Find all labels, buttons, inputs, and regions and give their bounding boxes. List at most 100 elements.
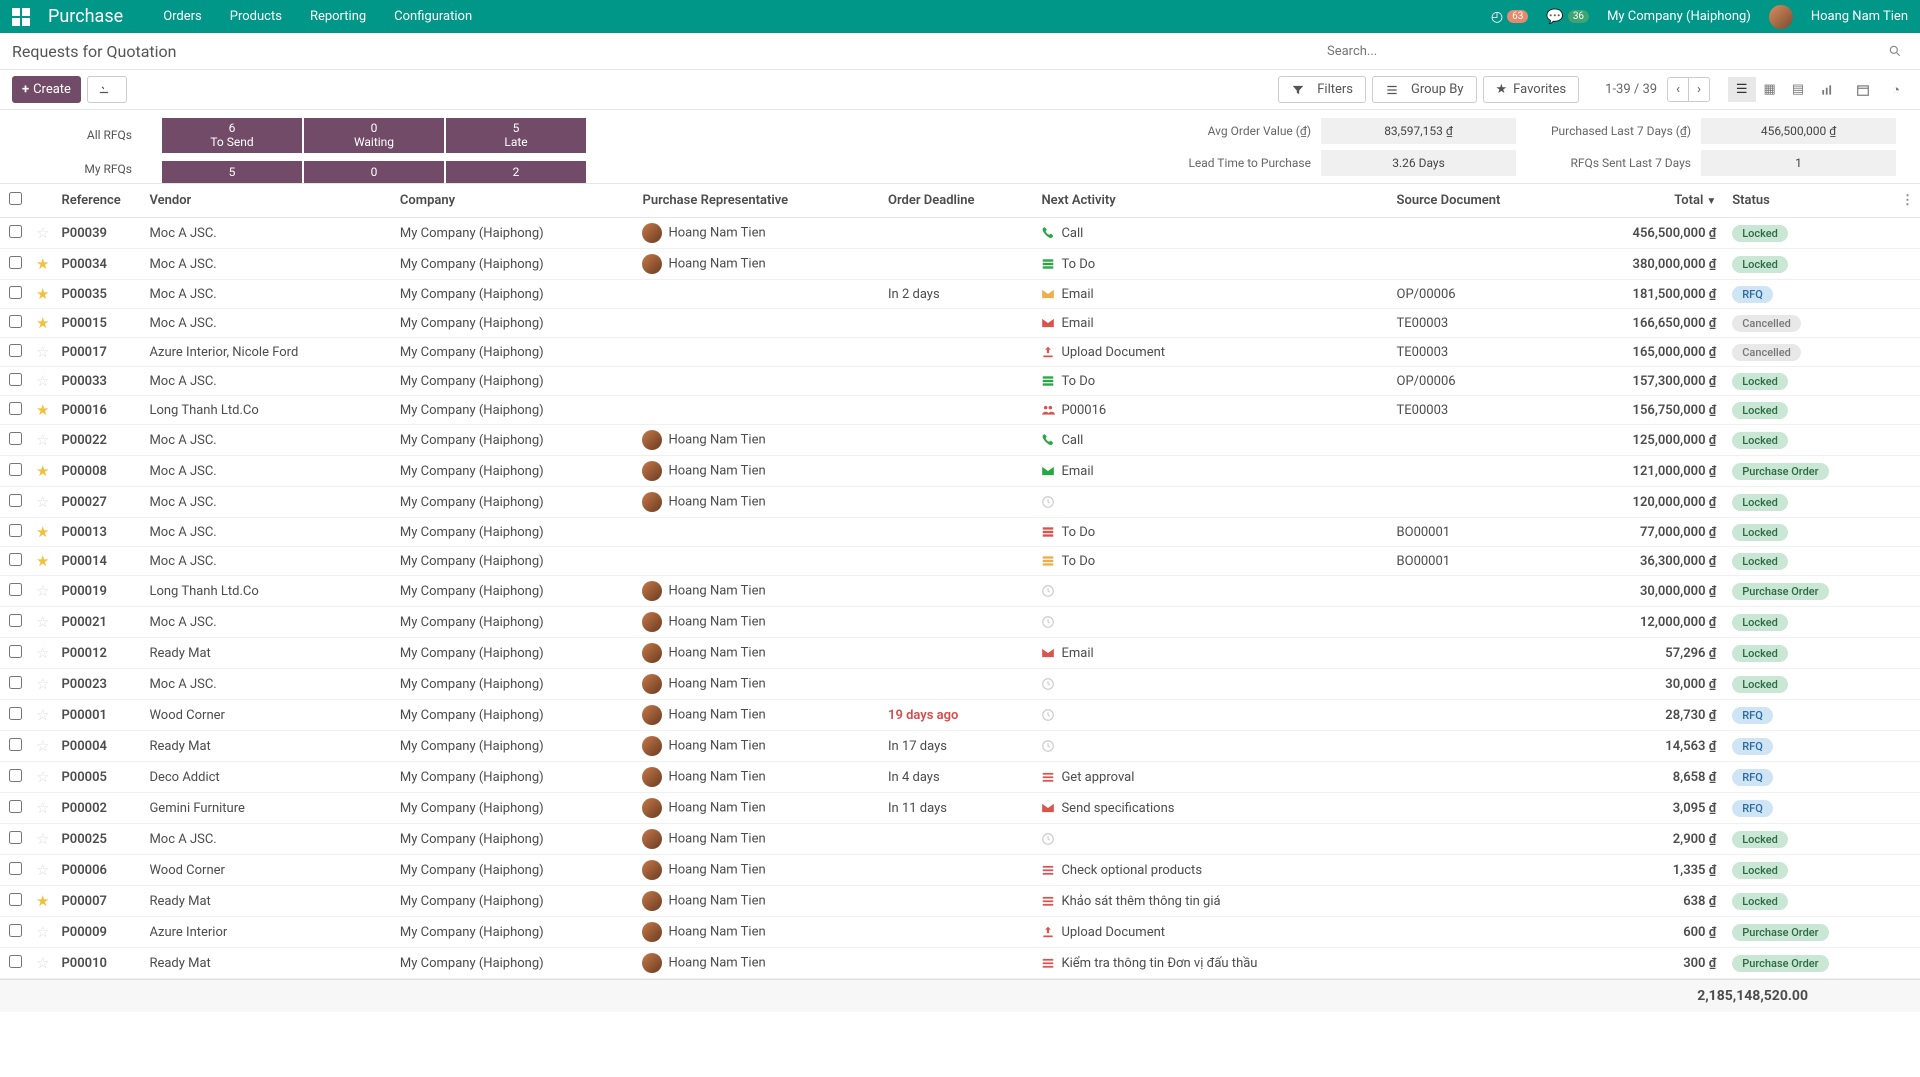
- star-toggle[interactable]: ☆: [30, 731, 55, 762]
- table-row[interactable]: ★ P00016 Long Thanh Ltd.Co My Company (H…: [0, 396, 1920, 425]
- star-toggle[interactable]: ☆: [30, 917, 55, 948]
- search-icon[interactable]: [1888, 44, 1908, 59]
- clock-icon[interactable]: [1041, 495, 1055, 509]
- clock-icon[interactable]: [1041, 739, 1055, 753]
- row-checkbox[interactable]: [9, 831, 22, 844]
- upload-icon[interactable]: [1041, 345, 1055, 359]
- view-activity-icon[interactable]: ◔: [1884, 77, 1908, 103]
- phone-icon[interactable]: [1041, 226, 1055, 240]
- row-checkbox[interactable]: [9, 402, 22, 415]
- list-icon[interactable]: [1041, 770, 1055, 784]
- star-toggle[interactable]: ☆: [30, 824, 55, 855]
- star-toggle[interactable]: ☆: [30, 762, 55, 793]
- todo-icon[interactable]: [1041, 257, 1055, 271]
- row-checkbox[interactable]: [9, 893, 22, 906]
- apps-icon[interactable]: [12, 8, 30, 26]
- favorites-button[interactable]: ★ Favorites: [1483, 76, 1580, 103]
- table-row[interactable]: ☆ P00033 Moc A JSC. My Company (Haiphong…: [0, 367, 1920, 396]
- row-checkbox[interactable]: [9, 432, 22, 445]
- star-toggle[interactable]: ☆: [30, 855, 55, 886]
- star-toggle[interactable]: ☆: [30, 669, 55, 700]
- table-row[interactable]: ☆ P00009 Azure Interior My Company (Haip…: [0, 917, 1920, 948]
- phone-icon[interactable]: [1041, 433, 1055, 447]
- list-icon[interactable]: [1041, 956, 1055, 970]
- search-input[interactable]: [1323, 40, 1888, 63]
- table-row[interactable]: ☆ P00004 Ready Mat My Company (Haiphong)…: [0, 731, 1920, 762]
- row-checkbox[interactable]: [9, 344, 22, 357]
- menu-configuration[interactable]: Configuration: [394, 9, 472, 24]
- row-checkbox[interactable]: [9, 645, 22, 658]
- table-row[interactable]: ☆ P00023 Moc A JSC. My Company (Haiphong…: [0, 669, 1920, 700]
- table-row[interactable]: ★ P00007 Ready Mat My Company (Haiphong)…: [0, 886, 1920, 917]
- star-toggle[interactable]: ★: [30, 280, 55, 309]
- star-toggle[interactable]: ☆: [30, 218, 55, 249]
- star-toggle[interactable]: ☆: [30, 793, 55, 824]
- star-toggle[interactable]: ☆: [30, 638, 55, 669]
- table-row[interactable]: ☆ P00025 Moc A JSC. My Company (Haiphong…: [0, 824, 1920, 855]
- col-vendor[interactable]: Vendor: [143, 184, 393, 218]
- row-checkbox[interactable]: [9, 494, 22, 507]
- table-row[interactable]: ☆ P00006 Wood Corner My Company (Haiphon…: [0, 855, 1920, 886]
- pager-next[interactable]: ›: [1689, 78, 1709, 101]
- table-row[interactable]: ★ P00015 Moc A JSC. My Company (Haiphong…: [0, 309, 1920, 338]
- row-checkbox[interactable]: [9, 614, 22, 627]
- column-options-icon[interactable]: ⋮: [1901, 193, 1914, 208]
- select-all-checkbox[interactable]: [9, 192, 22, 205]
- row-checkbox[interactable]: [9, 707, 22, 720]
- view-pivot-icon[interactable]: ▤: [1784, 77, 1812, 102]
- todo-icon[interactable]: [1041, 525, 1055, 539]
- star-toggle[interactable]: ☆: [30, 948, 55, 979]
- table-row[interactable]: ★ P00034 Moc A JSC. My Company (Haiphong…: [0, 249, 1920, 280]
- row-checkbox[interactable]: [9, 463, 22, 476]
- table-row[interactable]: ☆ P00019 Long Thanh Ltd.Co My Company (H…: [0, 576, 1920, 607]
- star-toggle[interactable]: ☆: [30, 425, 55, 456]
- star-toggle[interactable]: ☆: [30, 487, 55, 518]
- row-checkbox[interactable]: [9, 955, 22, 968]
- col-reference[interactable]: Reference: [55, 184, 143, 218]
- export-button[interactable]: [87, 76, 127, 103]
- view-kanban-icon[interactable]: ▦: [1756, 77, 1784, 102]
- col-status[interactable]: Status: [1726, 184, 1895, 218]
- row-checkbox[interactable]: [9, 676, 22, 689]
- col-activity[interactable]: Next Activity: [1035, 184, 1390, 218]
- table-row[interactable]: ☆ P00012 Ready Mat My Company (Haiphong)…: [0, 638, 1920, 669]
- star-toggle[interactable]: ★: [30, 249, 55, 280]
- company-selector[interactable]: My Company (Haiphong): [1607, 9, 1751, 24]
- table-row[interactable]: ☆ P00017 Azure Interior, Nicole Ford My …: [0, 338, 1920, 367]
- todo-icon[interactable]: [1041, 374, 1055, 388]
- table-row[interactable]: ★ P00014 Moc A JSC. My Company (Haiphong…: [0, 547, 1920, 576]
- menu-orders[interactable]: Orders: [163, 9, 202, 24]
- envelope-icon[interactable]: [1041, 464, 1055, 478]
- clock-icon[interactable]: [1041, 832, 1055, 846]
- table-row[interactable]: ☆ P00022 Moc A JSC. My Company (Haiphong…: [0, 425, 1920, 456]
- dash-box-to-send[interactable]: 6 To Send: [162, 118, 302, 153]
- star-toggle[interactable]: ☆: [30, 700, 55, 731]
- row-checkbox[interactable]: [9, 315, 22, 328]
- filters-button[interactable]: Filters: [1278, 76, 1366, 103]
- table-row[interactable]: ☆ P00001 Wood Corner My Company (Haiphon…: [0, 700, 1920, 731]
- pager-prev[interactable]: ‹: [1668, 78, 1689, 101]
- row-checkbox[interactable]: [9, 256, 22, 269]
- star-toggle[interactable]: ★: [30, 456, 55, 487]
- view-list-icon[interactable]: ☰: [1728, 77, 1756, 102]
- col-rep[interactable]: Purchase Representative: [636, 184, 882, 218]
- groupby-button[interactable]: Group By: [1372, 76, 1477, 103]
- star-toggle[interactable]: ☆: [30, 576, 55, 607]
- star-toggle[interactable]: ☆: [30, 607, 55, 638]
- todo-icon[interactable]: [1041, 554, 1055, 568]
- star-toggle[interactable]: ★: [30, 886, 55, 917]
- clock-icon[interactable]: [1041, 708, 1055, 722]
- row-checkbox[interactable]: [9, 583, 22, 596]
- create-button[interactable]: +Create: [12, 76, 81, 103]
- table-row[interactable]: ★ P00035 Moc A JSC. My Company (Haiphong…: [0, 280, 1920, 309]
- star-toggle[interactable]: ★: [30, 396, 55, 425]
- dash-my-box-2[interactable]: 2: [446, 161, 586, 183]
- upload-icon[interactable]: [1041, 925, 1055, 939]
- list-icon[interactable]: [1041, 863, 1055, 877]
- messages-indicator[interactable]: 💬 36: [1546, 9, 1589, 25]
- row-checkbox[interactable]: [9, 738, 22, 751]
- dash-my-box-0[interactable]: 5: [162, 161, 302, 183]
- table-row[interactable]: ★ P00013 Moc A JSC. My Company (Haiphong…: [0, 518, 1920, 547]
- table-row[interactable]: ☆ P00002 Gemini Furniture My Company (Ha…: [0, 793, 1920, 824]
- envelope-icon[interactable]: [1041, 646, 1055, 660]
